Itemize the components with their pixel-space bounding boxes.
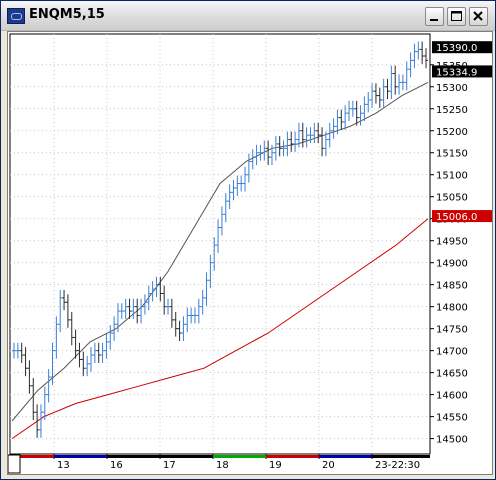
y-tick-label: 15050 <box>436 193 468 204</box>
day-bar <box>107 455 160 458</box>
day-bar <box>266 455 319 458</box>
title-bar[interactable]: ENQM5,15 <box>1 1 495 31</box>
chart-area[interactable]: 1535015300152501520015150151001505015000… <box>7 31 493 475</box>
price-label: 15334.9 <box>436 67 477 78</box>
y-tick-label: 15150 <box>436 149 468 160</box>
y-tick-label: 15300 <box>436 83 468 94</box>
y-tick-label: 14500 <box>436 435 468 446</box>
window-title: ENQM5,15 <box>29 7 105 22</box>
day-bar <box>319 455 372 458</box>
chart-window: ENQM5,15 1535015300152501520015150151001… <box>0 0 496 480</box>
x-tick-label: 16 <box>110 460 123 471</box>
y-tick-label: 14600 <box>436 391 468 402</box>
y-tick-label: 15100 <box>436 171 468 182</box>
y-tick-label: 14950 <box>436 237 468 248</box>
y-tick-label: 14550 <box>436 413 468 424</box>
price-label: 15006.0 <box>436 212 477 223</box>
x-tick-label: 17 <box>163 460 176 471</box>
x-tick-label: 18 <box>216 460 229 471</box>
scroll-box <box>7 454 21 474</box>
y-tick-label: 14750 <box>436 325 468 336</box>
plot-frame <box>9 33 431 455</box>
y-tick-label: 14850 <box>436 281 468 292</box>
price-label: 15390.0 <box>436 43 477 54</box>
minimize-button[interactable] <box>425 7 444 26</box>
day-bar <box>20 455 54 458</box>
y-tick-label: 14800 <box>436 303 468 314</box>
day-bar <box>213 455 266 458</box>
day-bar <box>54 455 107 458</box>
y-tick-label: 15200 <box>436 127 468 138</box>
day-bar <box>372 455 430 458</box>
minimize-icon <box>430 19 438 21</box>
y-tick-label: 14700 <box>436 347 468 358</box>
close-button[interactable] <box>469 7 488 26</box>
app-icon <box>7 8 25 24</box>
y-tick-label: 14900 <box>436 259 468 270</box>
x-tick-label: 19 <box>269 460 282 471</box>
x-tick-label: 23-22:30 <box>375 460 420 471</box>
close-icon <box>473 11 483 21</box>
x-tick-label: 13 <box>57 460 70 471</box>
day-bar <box>160 455 213 458</box>
y-tick-label: 15250 <box>436 105 468 116</box>
maximize-icon <box>451 11 462 21</box>
y-tick-label: 14650 <box>436 369 468 380</box>
maximize-button[interactable] <box>447 7 466 26</box>
x-tick-label: 20 <box>322 460 335 471</box>
price-chart[interactable]: 1535015300152501520015150151001505015000… <box>7 32 492 474</box>
